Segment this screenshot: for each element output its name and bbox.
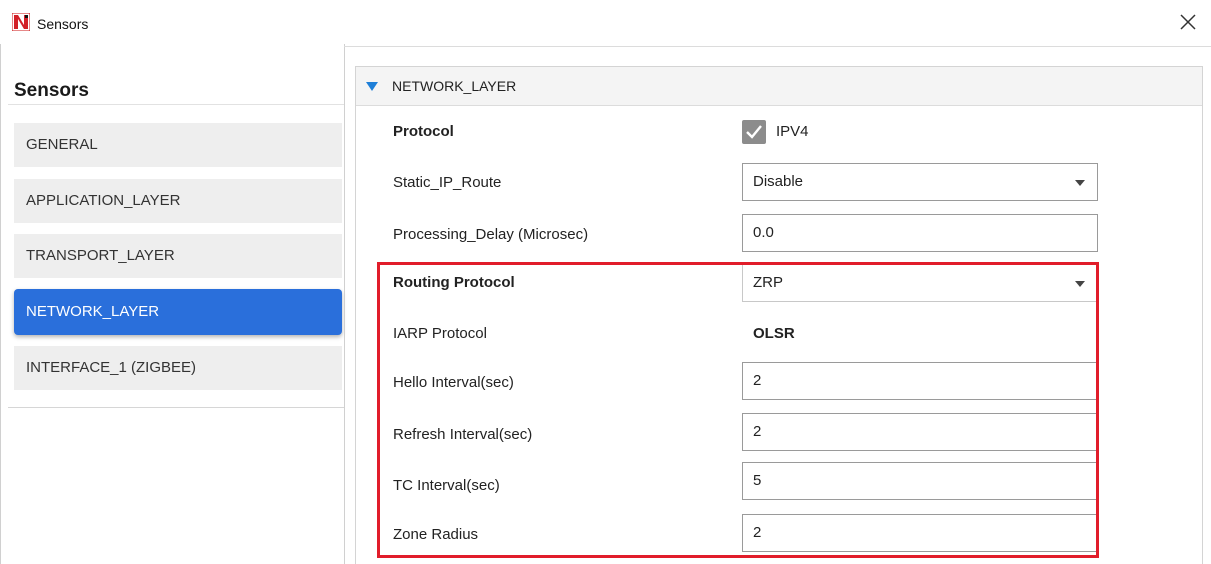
routing-protocol-label: Routing Protocol [393,274,515,291]
checkmark-icon [746,125,762,139]
app-logo-icon [12,13,30,31]
static-ip-route-label: Static_IP_Route [393,174,502,191]
collapse-triangle-icon[interactable] [366,82,378,91]
ipv4-checkbox[interactable] [742,120,766,144]
left-window-border [0,44,1,564]
iarp-protocol-value: OLSR [753,325,795,342]
ipv4-checkbox-label: IPV4 [776,123,809,140]
chevron-down-icon [1075,180,1085,186]
sidebar-item-network-layer[interactable]: NETWORK_LAYER [14,289,342,335]
refresh-interval-input[interactable]: 2 [742,413,1098,451]
processing-delay-label: Processing_Delay (Microsec) [393,226,589,243]
panel-title: NETWORK_LAYER [392,78,517,94]
sidebar-item-transport-layer[interactable]: TRANSPORT_LAYER [14,234,342,278]
sidebar: Sensors GENERAL APPLICATION_LAYER TRANSP… [8,44,344,564]
processing-delay-input[interactable]: 0.0 [742,214,1098,252]
panel-header[interactable]: NETWORK_LAYER [356,67,1202,106]
close-icon[interactable] [1178,12,1198,32]
sidebar-divider [8,104,344,105]
chevron-down-icon [1075,281,1085,287]
title-bar: Sensors [0,0,1211,44]
iarp-protocol-label: IARP Protocol [393,325,487,342]
zone-radius-input[interactable]: 2 [742,514,1098,552]
static-ip-route-value: Disable [753,173,804,190]
refresh-interval-label: Refresh Interval(sec) [393,426,533,443]
tc-interval-label: TC Interval(sec) [393,477,500,494]
sidebar-title: Sensors [14,80,89,101]
zone-radius-label: Zone Radius [393,526,479,543]
tc-interval-input[interactable]: 5 [742,462,1098,500]
sidebar-item-general[interactable]: GENERAL [14,123,342,167]
hello-interval-label: Hello Interval(sec) [393,374,514,391]
static-ip-route-select[interactable]: Disable [742,163,1098,201]
routing-protocol-value: ZRP [753,274,783,291]
sidebar-item-application-layer[interactable]: APPLICATION_LAYER [14,179,342,223]
hello-interval-input[interactable]: 2 [742,362,1098,400]
protocol-label: Protocol [393,123,454,140]
window-title: Sensors [37,16,89,32]
sidebar-item-interface-1-zigbee[interactable]: INTERFACE_1 (ZIGBEE) [14,346,342,390]
sidebar-bottom-divider [8,407,344,408]
content-divider [344,44,345,564]
content-top-border [344,46,1211,47]
routing-protocol-select[interactable]: ZRP [742,264,1098,302]
